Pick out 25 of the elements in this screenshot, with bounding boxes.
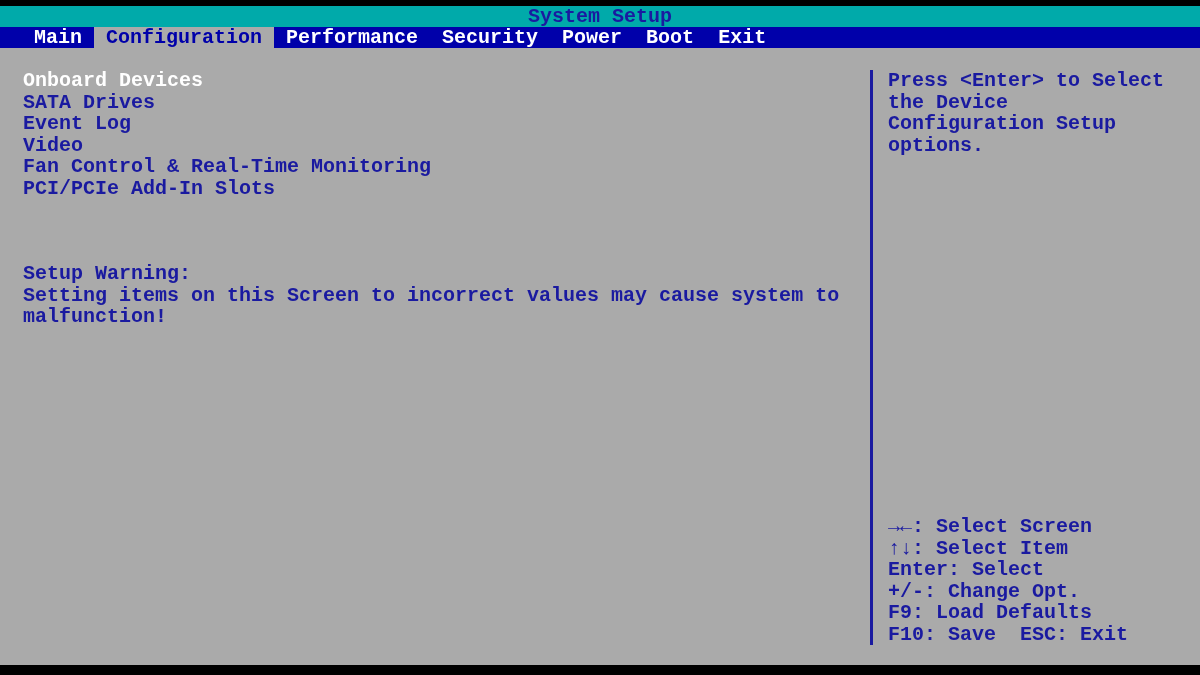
menu-tab[interactable]: Configuration — [94, 27, 275, 48]
warning-title: Setup Warning: — [23, 263, 193, 285]
help-text: options. — [888, 134, 985, 156]
key-hint: F9: Load Defaults — [888, 602, 1094, 624]
menu-tab[interactable]: Exit — [706, 27, 779, 48]
menu-item[interactable]: Fan Control & Real-Time Monitoring — [23, 156, 870, 178]
menu-tab[interactable]: Main — [22, 27, 94, 48]
menu-item[interactable]: Event Log — [23, 113, 870, 135]
menu-tab[interactable]: Boot — [634, 27, 707, 48]
key-hint: Enter: Select — [888, 559, 1046, 581]
menu-tab[interactable]: Performance — [274, 27, 431, 48]
warning-text: Setting items on this Screen to incorrect values may cause system to malfunction! — [23, 284, 841, 328]
menu-tab[interactable]: Security — [430, 27, 551, 48]
help-text: Press <Enter> to Select — [888, 70, 1166, 92]
menu-item[interactable]: SATA Drives — [23, 91, 870, 113]
window-title: System Setup — [528, 5, 672, 28]
help-text: the Device — [888, 91, 1010, 113]
menu-tab[interactable]: Power — [550, 27, 635, 48]
menu-item[interactable]: PCI/PCIe Add-In Slots — [23, 177, 870, 199]
key-hint: →←: Select Screen — [888, 516, 1094, 538]
key-hint: F10: Save ESC: Exit — [888, 623, 1130, 645]
key-hint: ↑↓: Select Item — [888, 537, 1070, 559]
menu-item[interactable]: Video — [23, 134, 870, 156]
help-text: Configuration Setup — [888, 113, 1118, 135]
key-hint: +/-: Change Opt. — [888, 580, 1082, 602]
